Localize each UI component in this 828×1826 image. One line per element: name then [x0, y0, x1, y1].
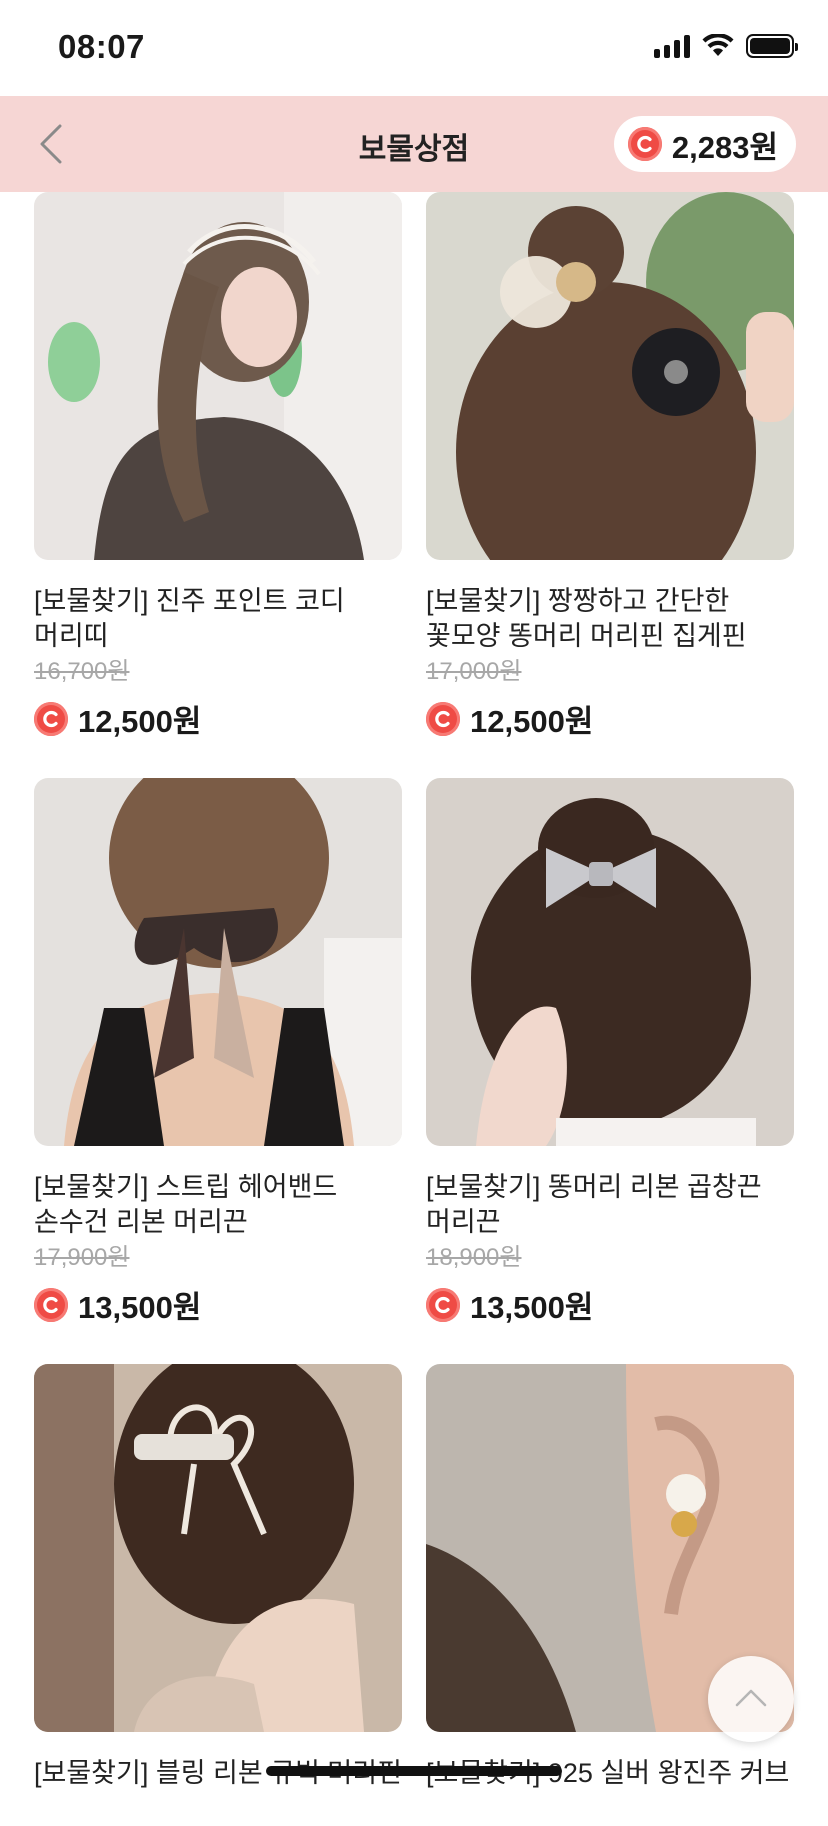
wifi-icon — [702, 34, 734, 56]
product-card[interactable]: [보물찾기] 스트립 헤어밴드 손수건 리본 머리끈 17,900원 13,50… — [34, 778, 402, 1327]
coin-icon — [426, 701, 460, 736]
sale-price: 12,500원 — [78, 704, 202, 739]
product-card[interactable]: [보물찾기] 똥머리 리본 곱창끈 머리끈 18,900원 13,500원 — [426, 778, 794, 1327]
status-icons — [654, 34, 798, 58]
product-card[interactable]: [보물찾기] 블링 리본 큐빅 머리핀 — [34, 1364, 402, 1826]
original-price: 17,900원 — [34, 1244, 130, 1271]
original-price: 17,000원 — [426, 658, 522, 685]
ribbon-scarf-photo-icon — [34, 778, 402, 1146]
product-card[interactable]: [보물찾기] 925 실버 왕진주 커브 — [426, 1364, 794, 1826]
product-image[interactable] — [34, 778, 402, 1146]
product-card[interactable]: [보물찾기] 짱짱하고 간단한 꽃모양 똥머리 머리핀 집게핀 17,000원 … — [426, 192, 794, 741]
sale-price-row: 12,500원 — [426, 696, 794, 741]
status-time: 08:07 — [58, 28, 145, 65]
product-card[interactable]: [보물찾기] 진주 포인트 코디 머리띠 16,700원 12,500원 — [34, 192, 402, 741]
home-indicator — [266, 1766, 562, 1776]
pearl-headband-photo-icon — [34, 192, 402, 560]
product-image[interactable] — [34, 192, 402, 560]
product-name: [보물찾기] 진주 포인트 코디 머리띠 — [34, 586, 345, 651]
bow-claw-clip-photo-icon — [34, 1364, 402, 1732]
points-value: 2,283원 — [671, 129, 778, 165]
scroll-to-top-button[interactable] — [708, 1656, 794, 1742]
status-bar: 08:07 — [0, 0, 828, 96]
product-image[interactable] — [426, 778, 794, 1146]
coin-icon — [426, 1287, 460, 1322]
coin-icon — [627, 127, 662, 161]
coin-icon — [34, 701, 68, 736]
original-price: 18,900원 — [426, 1244, 522, 1271]
sale-price-row: 13,500원 — [34, 1282, 402, 1327]
product-image[interactable] — [426, 192, 794, 560]
battery-icon — [746, 34, 798, 58]
points-balance[interactable]: 2,283원 — [613, 116, 796, 172]
sale-price: 12,500원 — [470, 704, 594, 739]
chevron-up-icon — [735, 1689, 767, 1707]
original-price: 16,700원 — [34, 658, 130, 685]
product-name: [보물찾기] 짱짱하고 간단한 꽃모양 똥머리 머리핀 집게핀 — [426, 586, 747, 651]
product-name: [보물찾기] 똥머리 리본 곱창끈 머리끈 — [426, 1172, 762, 1237]
cellular-signal-icon — [654, 34, 690, 58]
coin-icon — [34, 1287, 68, 1322]
sale-price-row: 12,500원 — [34, 696, 402, 741]
sale-price: 13,500원 — [470, 1290, 594, 1325]
glitter-bow-photo-icon — [426, 778, 794, 1146]
sale-price-row: 13,500원 — [426, 1282, 794, 1327]
product-image[interactable] — [34, 1364, 402, 1732]
product-name: [보물찾기] 스트립 헤어밴드 손수건 리본 머리끈 — [34, 1172, 338, 1237]
flower-hair-clip-photo-icon — [426, 192, 794, 560]
app-header: 보물상점 2,283원 — [0, 96, 828, 192]
sale-price: 13,500원 — [78, 1290, 202, 1325]
